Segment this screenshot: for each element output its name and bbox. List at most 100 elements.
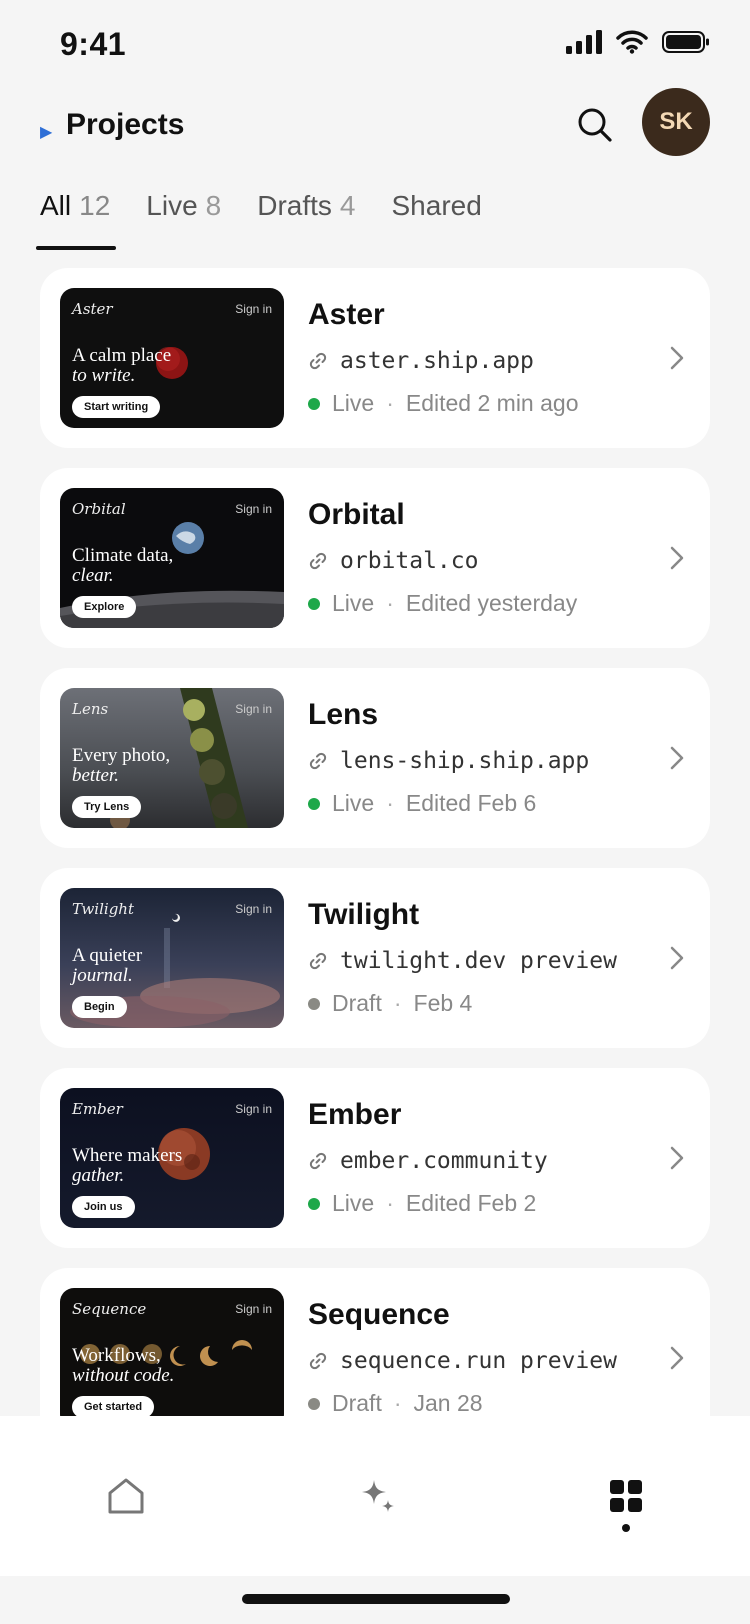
separator: · — [393, 990, 402, 1016]
nav-home-button[interactable] — [96, 1466, 156, 1526]
project-card[interactable]: Lens Sign in Every photo, better. Try Len… — [40, 668, 710, 848]
project-name: Sequence — [308, 1298, 450, 1331]
thumb-headline-line1: Where makers — [72, 1145, 183, 1166]
header: ▶ Projects SK — [0, 88, 750, 200]
tab-bar: All 12 Live 8 Drafts 4 Shared — [35, 190, 482, 250]
link-icon — [309, 1352, 327, 1370]
tab-shared[interactable]: Shared — [392, 190, 482, 250]
project-status: Live · Edited Feb 6 — [308, 790, 536, 817]
nav-sparkle-button[interactable] — [348, 1466, 408, 1526]
edited-label: Edited 2 min ago — [405, 390, 579, 416]
thumb-headline: Where makers gather. — [72, 1146, 222, 1186]
project-url[interactable]: ember.community — [308, 1148, 548, 1174]
separator: · — [386, 1190, 394, 1216]
thumb-signin: Sign in — [235, 902, 272, 916]
status-dot — [308, 597, 320, 610]
project-url-text: ember.community — [340, 1148, 548, 1174]
separator: · — [386, 390, 394, 416]
thumb-cta: Get started — [72, 1396, 155, 1416]
status-label: Draft — [332, 1390, 382, 1416]
chevron-right-icon — [670, 946, 684, 970]
project-thumbnail: Twilight Sign in A quieter journal. Begin — [60, 888, 284, 1028]
project-url-text: orbital.co — [340, 548, 479, 574]
thumb-signin: Sign in — [235, 1302, 272, 1316]
thumb-headline-line2: clear. — [72, 565, 114, 586]
wifi-icon — [616, 30, 648, 54]
sparkle-icon — [362, 1480, 394, 1512]
page-title: Projects — [66, 108, 185, 141]
status-bar: 9:41 — [0, 0, 750, 90]
edited-label: Jan 28 — [413, 1390, 483, 1416]
project-thumbnail: Sequence Sign in Workflows, without code.… — [60, 1288, 284, 1416]
project-card[interactable]: Ember Sign in Where makers gather. Join u… — [40, 1068, 710, 1248]
thumb-headline: A calm place to write. — [72, 346, 222, 386]
thumb-headline-line2: better. — [72, 765, 119, 786]
project-status: Live · Edited yesterday — [308, 590, 577, 617]
project-name: Aster — [308, 298, 385, 331]
thumb-headline: A quieter journal. — [72, 946, 222, 986]
project-list: Aster Sign in A calm place to write. Star… — [40, 268, 710, 1416]
project-url-text: lens-ship.ship.app — [340, 748, 590, 774]
avatar[interactable]: SK — [642, 88, 710, 156]
project-url[interactable]: aster.ship.app — [308, 348, 534, 374]
caret-right-icon[interactable]: ▶ — [40, 122, 52, 142]
chevron-right-icon — [670, 1346, 684, 1370]
tab-count: 12 — [79, 190, 111, 221]
battery-icon — [662, 31, 709, 53]
status-dot — [308, 1397, 320, 1410]
active-indicator-dot — [622, 1524, 630, 1532]
thumb-headline-line1: Climate data, — [72, 545, 174, 566]
project-name: Twilight — [308, 898, 420, 931]
nav-grid-button[interactable] — [596, 1466, 656, 1526]
thumb-cta: Begin — [72, 996, 127, 1018]
tab-label: All — [40, 190, 72, 221]
thumb-brand: Sequence — [72, 1300, 147, 1318]
project-url[interactable]: lens-ship.ship.app — [308, 748, 589, 774]
project-thumbnail: Orbital Sign in Climate data, clear. Expl… — [60, 488, 284, 628]
project-status: Live · Edited 2 min ago — [308, 390, 579, 417]
link-icon — [309, 1152, 327, 1170]
project-url[interactable]: orbital.co — [308, 548, 478, 574]
tab-label: Shared — [391, 190, 482, 221]
project-url[interactable]: sequence.run preview — [308, 1348, 617, 1374]
thumb-headline-line1: A quieter — [72, 945, 143, 966]
tab-label: Live — [146, 190, 198, 221]
project-card[interactable]: Aster Sign in A calm place to write. Star… — [40, 268, 710, 448]
thumb-headline-line1: Workflows, — [72, 1345, 161, 1366]
status-dot — [308, 1197, 320, 1210]
bottom-nav — [0, 1416, 750, 1576]
project-card[interactable]: Sequence Sign in Workflows, without code.… — [40, 1268, 710, 1416]
cellular-signal-icon — [566, 30, 602, 54]
thumb-headline-line2: to write. — [72, 365, 136, 386]
project-status: Draft · Jan 28 — [308, 1390, 483, 1416]
tab-drafts[interactable]: Drafts 4 — [257, 190, 355, 250]
separator: · — [386, 790, 394, 816]
separator: · — [393, 1390, 402, 1416]
link-icon — [309, 752, 327, 770]
tab-all[interactable]: All 12 — [35, 190, 117, 250]
project-status: Live · Edited Feb 2 — [308, 1190, 536, 1217]
project-card[interactable]: Orbital Sign in Climate data, clear. Expl… — [40, 468, 710, 648]
status-dot — [308, 397, 320, 410]
search-button[interactable] — [572, 102, 618, 148]
thumb-signin: Sign in — [235, 302, 272, 316]
thumb-headline-line1: Every photo, — [72, 745, 171, 766]
thumb-brand: Orbital — [72, 500, 126, 518]
project-name: Orbital — [308, 498, 405, 531]
thumb-brand: Lens — [72, 700, 109, 718]
status-dot — [308, 997, 320, 1010]
thumb-headline-line1: A calm place — [72, 345, 172, 366]
grid-icon — [610, 1480, 642, 1512]
status-icons — [566, 30, 710, 54]
project-url-text: aster.ship.app — [340, 348, 534, 374]
project-thumbnail: Ember Sign in Where makers gather. Join u… — [60, 1088, 284, 1228]
project-card[interactable]: Twilight Sign in A quieter journal. Begin… — [40, 868, 710, 1048]
tab-live[interactable]: Live 8 — [146, 190, 221, 250]
thumb-signin: Sign in — [235, 502, 272, 516]
thumb-headline: Workflows, without code. — [72, 1346, 222, 1386]
project-url[interactable]: twilight.dev preview — [308, 948, 617, 974]
link-icon — [309, 952, 327, 970]
link-icon — [309, 352, 327, 370]
thumb-signin: Sign in — [235, 702, 272, 716]
home-indicator[interactable] — [242, 1594, 510, 1604]
